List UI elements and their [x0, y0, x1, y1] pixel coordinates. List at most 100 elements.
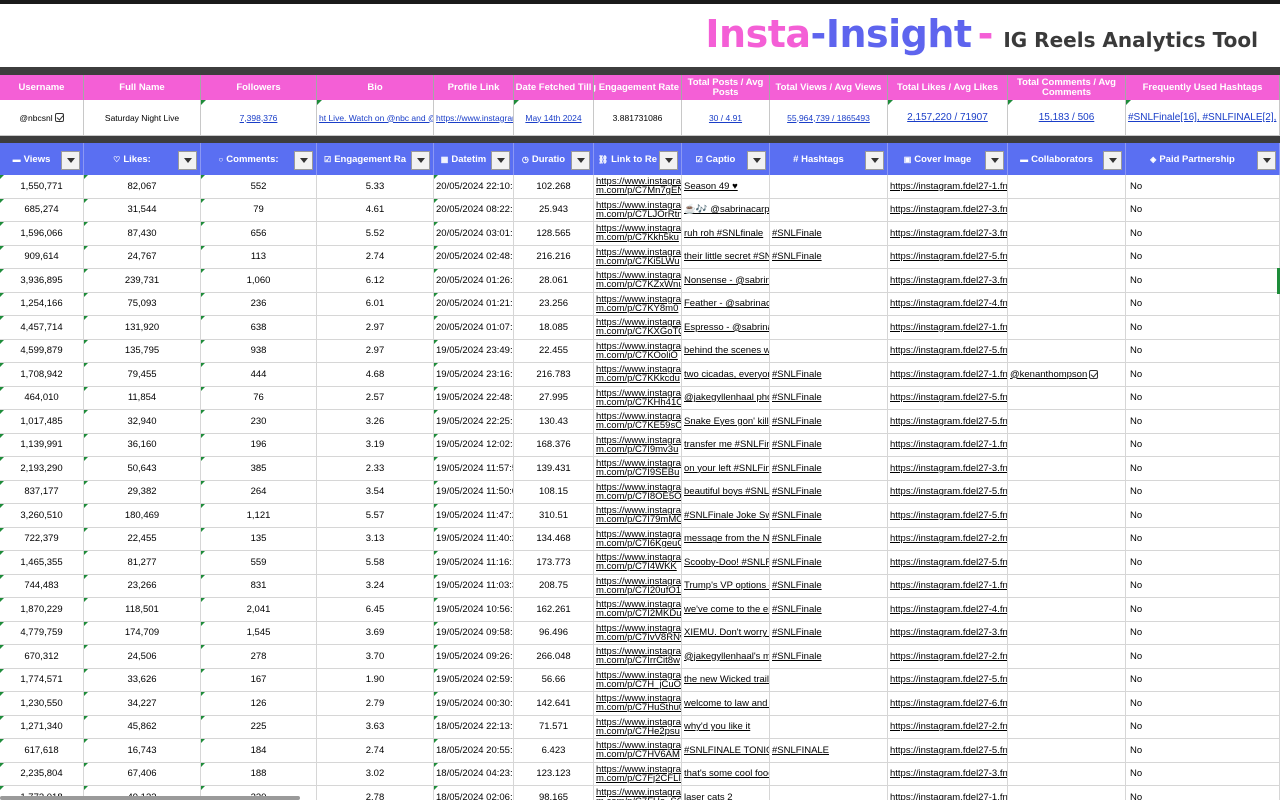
cell-paid-partnership[interactable]: No [1126, 621, 1280, 644]
col-header-duration[interactable]: ◷ Duratio [514, 143, 594, 175]
cell-engagement[interactable]: 6.12 [317, 269, 434, 292]
summary-comments[interactable]: 15,183 / 506 [1008, 100, 1126, 135]
cell-caption[interactable]: behind the scenes wi [682, 339, 770, 362]
cell-reel-link[interactable]: https://www.instagra m.com/p/C7Mn7gEN [594, 175, 682, 198]
cell-views[interactable]: 2,235,804 [0, 762, 84, 785]
cell-datetime[interactable]: 19/05/2024 11:47:24 [434, 504, 514, 527]
filter-dropdown-button[interactable] [411, 151, 430, 170]
col-header-caption[interactable]: ☑ Captio [682, 143, 770, 175]
col-header-hashtags[interactable]: # Hashtags [770, 143, 888, 175]
cell-comments[interactable]: 76 [201, 386, 317, 409]
cell-datetime[interactable]: 19/05/2024 02:59:31 [434, 668, 514, 691]
cell-paid-partnership[interactable]: No [1126, 762, 1280, 785]
cell-likes[interactable]: 82,067 [84, 175, 201, 198]
filter-dropdown-button[interactable] [865, 151, 884, 170]
cell-paid-partnership[interactable]: No [1126, 269, 1280, 292]
summary-views[interactable]: 55,964,739 / 1865493 [770, 100, 888, 135]
cell-hashtags[interactable]: #SNLFinale [770, 598, 888, 621]
cell-views[interactable]: 1,271,340 [0, 715, 84, 738]
cell-paid-partnership[interactable]: No [1126, 245, 1280, 268]
cell-caption[interactable]: XIEMU. Don't worry a [682, 621, 770, 644]
cell-collaborators[interactable] [1008, 574, 1126, 597]
cell-hashtags[interactable] [770, 668, 888, 691]
cell-cover-image[interactable]: https://instagram.fdel27-1.fna [888, 433, 1008, 456]
cell-engagement[interactable]: 4.68 [317, 363, 434, 386]
summary-username[interactable]: @nbcsnl [0, 100, 84, 135]
cell-collaborators[interactable] [1008, 457, 1126, 480]
summary-header-likes[interactable]: Total Likes / Avg Likes [888, 75, 1008, 100]
cell-cover-image[interactable]: https://instagram.fdel27-5.fna [888, 339, 1008, 362]
cell-engagement[interactable]: 3.69 [317, 621, 434, 644]
cell-reel-link[interactable]: https://www.instagra m.com/p/C7Ki5LWu [594, 245, 682, 268]
cell-likes[interactable]: 135,795 [84, 339, 201, 362]
cell-views[interactable]: 1,230,550 [0, 692, 84, 715]
cell-engagement[interactable]: 2.74 [317, 245, 434, 268]
cell-duration[interactable]: 266.048 [514, 645, 594, 668]
cell-cover-image[interactable]: https://instagram.fdel27-3.fna [888, 457, 1008, 480]
cell-engagement[interactable]: 2.79 [317, 692, 434, 715]
cell-paid-partnership[interactable]: No [1126, 504, 1280, 527]
summary-header-avg-engagement[interactable]: Avg Engagement Rate [594, 75, 682, 100]
cell-comments[interactable]: 113 [201, 245, 317, 268]
cell-likes[interactable]: 33,626 [84, 668, 201, 691]
cell-collaborators[interactable] [1008, 598, 1126, 621]
cell-hashtags[interactable]: #SNLFINALE [770, 739, 888, 762]
cell-reel-link[interactable]: https://www.instagra m.com/p/C7IvV8RNv [594, 621, 682, 644]
cell-hashtags[interactable]: #SNLFinale [770, 363, 888, 386]
cell-paid-partnership[interactable]: No [1126, 292, 1280, 315]
cell-datetime[interactable]: 19/05/2024 22:48:32 [434, 386, 514, 409]
cell-datetime[interactable]: 19/05/2024 09:58:49 [434, 621, 514, 644]
cell-likes[interactable]: 45,862 [84, 715, 201, 738]
cell-views[interactable]: 4,779,759 [0, 621, 84, 644]
cell-datetime[interactable]: 19/05/2024 09:26:04 [434, 645, 514, 668]
cell-engagement[interactable]: 3.70 [317, 645, 434, 668]
cell-cover-image[interactable]: https://instagram.fdel27-5.fna [888, 739, 1008, 762]
summary-date-fetched[interactable]: May 14th 2024 [514, 100, 594, 135]
cell-reel-link[interactable]: https://www.instagra m.com/p/C7I4WKK [594, 551, 682, 574]
cell-comments[interactable]: 1,121 [201, 504, 317, 527]
cell-hashtags[interactable]: #SNLFinale [770, 621, 888, 644]
cell-datetime[interactable]: 20/05/2024 22:10:48 [434, 175, 514, 198]
cell-duration[interactable]: 142.641 [514, 692, 594, 715]
cell-views[interactable]: 722,379 [0, 527, 84, 550]
cell-comments[interactable]: 225 [201, 715, 317, 738]
cell-cover-image[interactable]: https://instagram.fdel27-3.fna [888, 198, 1008, 221]
cell-hashtags[interactable] [770, 692, 888, 715]
cell-reel-link[interactable]: https://www.instagra m.com/p/C7KOoliO [594, 339, 682, 362]
cell-caption[interactable]: Scooby-Doo! #SNLFi [682, 551, 770, 574]
cell-comments[interactable]: 236 [201, 292, 317, 315]
cell-comments[interactable]: 167 [201, 668, 317, 691]
cell-caption[interactable]: on your left #SNLFina [682, 457, 770, 480]
cell-cover-image[interactable]: https://instagram.fdel27-3.fna [888, 222, 1008, 245]
filter-dropdown-button[interactable] [1103, 151, 1122, 170]
cell-collaborators[interactable] [1008, 410, 1126, 433]
cell-views[interactable]: 3,260,510 [0, 504, 84, 527]
cell-comments[interactable]: 831 [201, 574, 317, 597]
cell-duration[interactable]: 6.423 [514, 739, 594, 762]
filter-dropdown-button[interactable] [178, 151, 197, 170]
cell-views[interactable]: 670,312 [0, 645, 84, 668]
cell-paid-partnership[interactable]: No [1126, 574, 1280, 597]
cell-reel-link[interactable]: https://www.instagra m.com/p/C7HuSthu0 [594, 692, 682, 715]
cell-caption[interactable]: their little secret #SN [682, 245, 770, 268]
cell-engagement[interactable]: 2.57 [317, 386, 434, 409]
cell-hashtags[interactable] [770, 292, 888, 315]
cell-collaborators[interactable] [1008, 645, 1126, 668]
cell-caption[interactable]: that's some cool food [682, 762, 770, 785]
cell-paid-partnership[interactable]: No [1126, 739, 1280, 762]
summary-header-username[interactable]: Username [0, 75, 84, 100]
cell-engagement[interactable]: 3.19 [317, 433, 434, 456]
cell-caption[interactable]: the new Wicked traile [682, 668, 770, 691]
cell-views[interactable]: 1,139,991 [0, 433, 84, 456]
cell-views[interactable]: 2,193,290 [0, 457, 84, 480]
cell-hashtags[interactable]: #SNLFinale [770, 480, 888, 503]
cell-duration[interactable]: 56.66 [514, 668, 594, 691]
cell-views[interactable]: 1,708,942 [0, 363, 84, 386]
cell-comments[interactable]: 126 [201, 692, 317, 715]
cell-collaborators[interactable] [1008, 480, 1126, 503]
cell-caption[interactable]: @jakegyllenhaal phot [682, 386, 770, 409]
cell-duration[interactable]: 102.268 [514, 175, 594, 198]
cell-likes[interactable]: 36,160 [84, 433, 201, 456]
cell-paid-partnership[interactable]: No [1126, 527, 1280, 550]
summary-posts[interactable]: 30 / 4.91 [682, 100, 770, 135]
